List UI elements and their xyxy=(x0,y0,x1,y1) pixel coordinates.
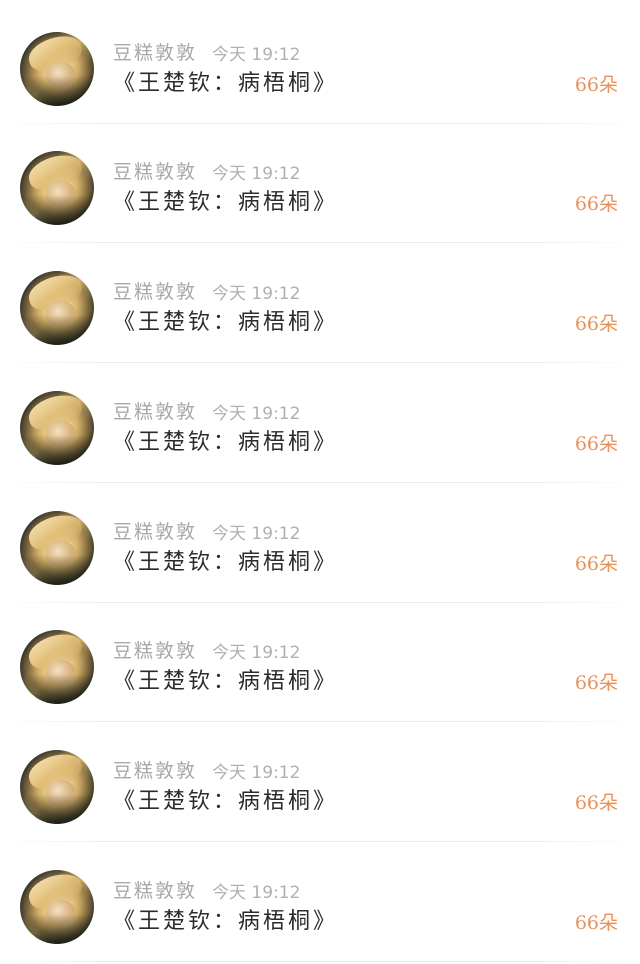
divider xyxy=(0,242,640,243)
timestamp: 今天 19:12 xyxy=(212,763,301,783)
flower-count: 66朵 xyxy=(574,74,618,96)
user-name[interactable]: 豆糕敦敦 xyxy=(113,157,197,184)
avatar[interactable] xyxy=(20,630,94,704)
avatar[interactable] xyxy=(20,870,94,944)
avatar-shadow xyxy=(20,674,94,704)
avatar-shadow xyxy=(20,914,94,944)
avatar[interactable] xyxy=(20,32,94,106)
flower-count: 66朵 xyxy=(574,193,618,215)
flower-count: 66朵 xyxy=(574,792,618,814)
item-title[interactable]: 《王楚钦：病梧桐》 xyxy=(113,783,338,815)
timestamp: 今天 19:12 xyxy=(212,404,301,424)
avatar-shadow xyxy=(20,315,94,345)
user-name[interactable]: 豆糕敦敦 xyxy=(113,876,197,903)
item-title[interactable]: 《王楚钦：病梧桐》 xyxy=(113,544,338,576)
avatar-shadow xyxy=(20,555,94,585)
list-item[interactable]: 豆糕敦敦 今天 19:12 《王楚钦：病梧桐》 66朵 xyxy=(0,124,640,243)
divider xyxy=(0,841,640,842)
user-name[interactable]: 豆糕敦敦 xyxy=(113,636,197,663)
timestamp: 今天 19:12 xyxy=(212,524,301,544)
avatar[interactable] xyxy=(20,151,94,225)
timestamp: 今天 19:12 xyxy=(212,643,301,663)
divider xyxy=(0,362,640,363)
user-name[interactable]: 豆糕敦敦 xyxy=(113,277,197,304)
divider xyxy=(0,961,640,962)
flower-count: 66朵 xyxy=(574,553,618,575)
flower-count: 66朵 xyxy=(574,672,618,694)
avatar-shadow xyxy=(20,435,94,465)
list-item[interactable]: 豆糕敦敦 今天 19:12 《王楚钦：病梧桐》 66朵 xyxy=(0,603,640,722)
user-name[interactable]: 豆糕敦敦 xyxy=(113,517,197,544)
item-title[interactable]: 《王楚钦：病梧桐》 xyxy=(113,903,338,935)
item-title[interactable]: 《王楚钦：病梧桐》 xyxy=(113,663,338,695)
list-item[interactable]: 豆糕敦敦 今天 19:12 《王楚钦：病梧桐》 66朵 xyxy=(0,364,640,483)
avatar[interactable] xyxy=(20,391,94,465)
flower-count: 66朵 xyxy=(574,433,618,455)
avatar[interactable] xyxy=(20,750,94,824)
avatar-shadow xyxy=(20,794,94,824)
list-item[interactable]: 豆糕敦敦 今天 19:12 《王楚钦：病梧桐》 66朵 xyxy=(0,484,640,603)
timestamp: 今天 19:12 xyxy=(212,883,301,903)
divider xyxy=(0,721,640,722)
timestamp: 今天 19:12 xyxy=(212,45,301,65)
timestamp: 今天 19:12 xyxy=(212,284,301,304)
list-item[interactable]: 豆糕敦敦 今天 19:12 《王楚钦：病梧桐》 66朵 xyxy=(0,843,640,962)
list-item[interactable]: 豆糕敦敦 今天 19:12 《王楚钦：病梧桐》 66朵 xyxy=(0,5,640,124)
list-item[interactable]: 豆糕敦敦 今天 19:12 《王楚钦：病梧桐》 66朵 xyxy=(0,723,640,842)
timestamp: 今天 19:12 xyxy=(212,164,301,184)
user-name[interactable]: 豆糕敦敦 xyxy=(113,756,197,783)
avatar-shadow xyxy=(20,76,94,106)
avatar[interactable] xyxy=(20,511,94,585)
item-title[interactable]: 《王楚钦：病梧桐》 xyxy=(113,65,338,97)
divider xyxy=(0,482,640,483)
avatar[interactable] xyxy=(20,271,94,345)
avatar-shadow xyxy=(20,195,94,225)
item-title[interactable]: 《王楚钦：病梧桐》 xyxy=(113,184,338,216)
user-name[interactable]: 豆糕敦敦 xyxy=(113,38,197,65)
flower-count: 66朵 xyxy=(574,313,618,335)
item-title[interactable]: 《王楚钦：病梧桐》 xyxy=(113,304,338,336)
flower-count: 66朵 xyxy=(574,912,618,934)
item-title[interactable]: 《王楚钦：病梧桐》 xyxy=(113,424,338,456)
list-item[interactable]: 豆糕敦敦 今天 19:12 《王楚钦：病梧桐》 66朵 xyxy=(0,244,640,363)
user-name[interactable]: 豆糕敦敦 xyxy=(113,397,197,424)
gift-record-list: 豆糕敦敦 今天 19:12 《王楚钦：病梧桐》 66朵 豆糕敦敦 今天 19:1… xyxy=(0,0,640,964)
